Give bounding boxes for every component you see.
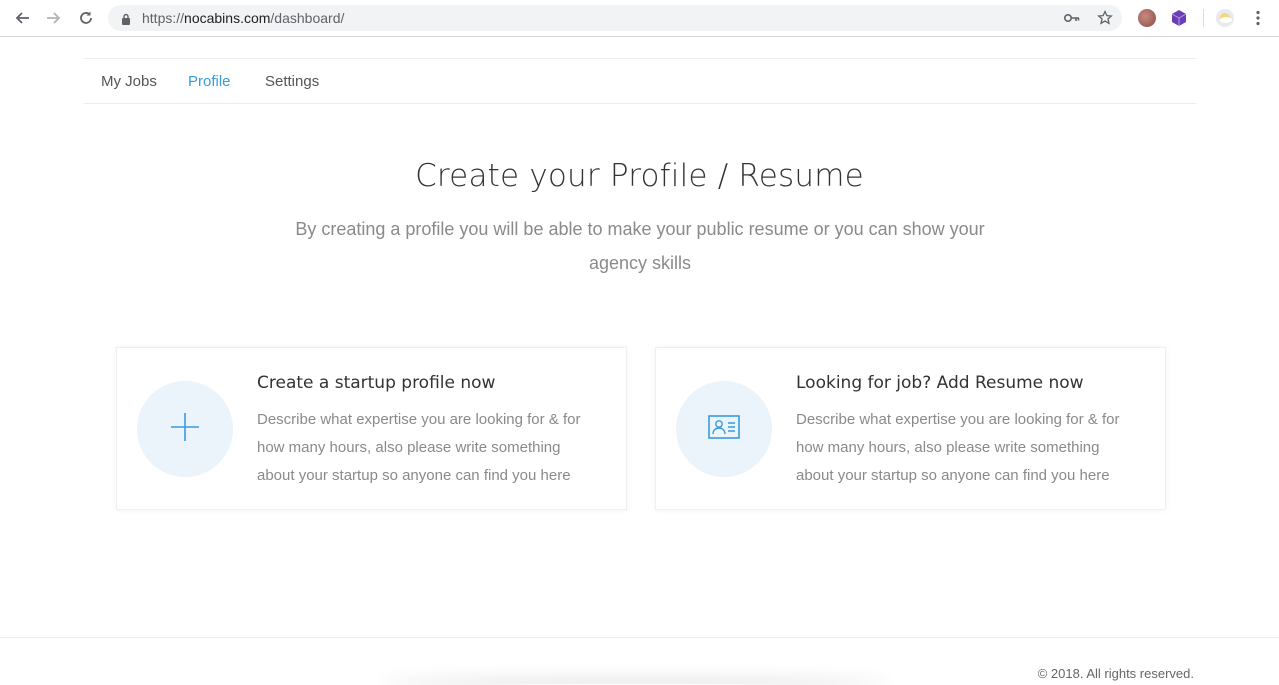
card-title[interactable]: Create a startup profile now — [257, 373, 495, 393]
icon-circle — [676, 381, 772, 477]
plus-icon — [170, 412, 200, 447]
address-bar[interactable]: https://nocabins.com/dashboard/ — [108, 5, 1122, 31]
toolbar-divider — [1203, 9, 1204, 27]
dashboard-tabs: My Jobs Profile Settings — [84, 58, 1196, 104]
card-description: Describe what expertise you are looking … — [796, 411, 1120, 484]
lock-icon — [121, 12, 131, 30]
id-card-icon — [708, 414, 740, 444]
url-text: https://nocabins.com/dashboard/ — [142, 10, 345, 26]
browser-toolbar: https://nocabins.com/dashboard/ — [0, 0, 1279, 37]
extension-cube-icon[interactable] — [1170, 9, 1188, 27]
tab-profile[interactable]: Profile — [188, 73, 231, 90]
card-title[interactable]: Looking for job? Add Resume now — [796, 373, 1084, 393]
add-resume-card[interactable]: Looking for job? Add Resume now Describe… — [655, 347, 1166, 510]
page-title: Create your Profile / Resume — [415, 158, 864, 194]
key-icon[interactable] — [1063, 10, 1081, 26]
menu-kebab-icon[interactable] — [1247, 8, 1269, 28]
forward-icon[interactable] — [43, 8, 65, 28]
profile-avatar-icon[interactable] — [1216, 9, 1234, 27]
back-icon[interactable] — [11, 8, 33, 28]
extension-icon[interactable] — [1138, 9, 1156, 27]
footer: © 2018. All rights reserved. — [0, 637, 1279, 685]
reload-icon[interactable] — [75, 8, 97, 28]
page-subtitle: By creating a profile you will be able t… — [295, 219, 985, 273]
bookmark-star-icon[interactable] — [1096, 10, 1114, 26]
create-startup-profile-card[interactable]: Create a startup profile now Describe wh… — [116, 347, 627, 510]
copyright-text: © 2018. All rights reserved. — [1037, 666, 1194, 681]
card-description: Describe what expertise you are looking … — [257, 411, 581, 484]
tab-settings[interactable]: Settings — [265, 73, 319, 90]
icon-circle — [137, 381, 233, 477]
tab-my-jobs[interactable]: My Jobs — [101, 73, 157, 90]
